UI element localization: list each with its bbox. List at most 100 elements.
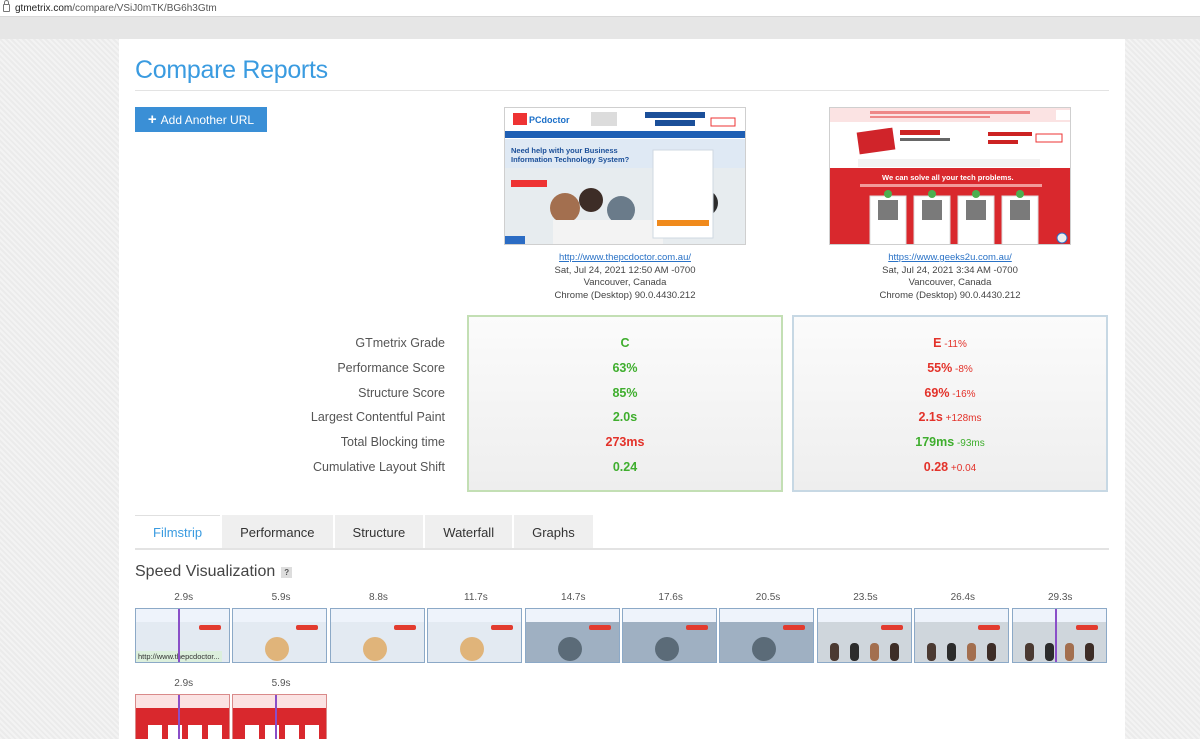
- frame-time: 14.7s: [561, 592, 586, 603]
- svg-text:PCdoctor: PCdoctor: [529, 115, 570, 125]
- filmstrip-item: 26.4s: [914, 591, 1011, 663]
- frame-time: 29.3s: [1047, 592, 1073, 603]
- metric-label-lcp: Largest Contentful Paint: [310, 410, 445, 425]
- metric-label-structure: Structure Score: [358, 385, 445, 400]
- tab-graphs[interactable]: Graphs: [514, 515, 593, 549]
- report1-meta: http://www.thepcdoctor.com.au/ Sat, Jul …: [500, 252, 750, 302]
- report2-tbt-delta: -93ms: [954, 438, 985, 450]
- filmstrip-item: 23.5s: [816, 591, 914, 663]
- report1-lcp-value: 2.0s: [612, 410, 638, 425]
- filmstrip-item: 11.7s: [427, 591, 524, 663]
- frame-time: 2.9s: [174, 678, 194, 689]
- metric-labels: GTmetrix Grade Performance Score Structu…: [259, 331, 445, 480]
- filmstrip-item: 17.6s: [621, 591, 719, 663]
- filmstrip-frame[interactable]: [719, 608, 815, 663]
- report2-location: Vancouver, Canada: [908, 277, 992, 288]
- report2-performance-delta: -8%: [952, 363, 973, 375]
- filmstrip-item: 14.7s: [524, 591, 622, 663]
- report2-structure-delta: -16%: [949, 388, 976, 400]
- tab-performance[interactable]: Performance: [222, 515, 333, 549]
- filmstrip-frame[interactable]: http://www.thepcdoctor...: [135, 608, 230, 663]
- report2-tbt-value: 179ms -93ms: [915, 435, 985, 450]
- report1-screenshot[interactable]: PCdoctor Need help with your Business In…: [504, 107, 746, 245]
- main-panel: Compare Reports + Add Another URL PCdoct…: [119, 39, 1125, 739]
- report-tabs: Filmstrip Performance Structure Waterfall Gr…: [135, 515, 595, 549]
- report2-performance-value: 55% -8%: [927, 360, 973, 375]
- report2-grade-value: E -11%: [933, 336, 967, 350]
- toolbar-stripe: [0, 17, 1200, 39]
- filmstrip-row-report1: 2.9s http://www.thepcdoctor... 5.9s 8.8s 11.…: [135, 591, 1109, 663]
- timeline-cursor: [275, 695, 278, 739]
- filmstrip-frame[interactable]: [1011, 608, 1107, 663]
- divider: [135, 90, 1109, 91]
- timeline-cursor: [178, 695, 180, 739]
- svg-text:Need help with your Business: Need help with your Business: [511, 146, 618, 155]
- report2-lcp-delta: +128ms: [942, 413, 982, 425]
- timeline-cursor: [178, 609, 180, 662]
- frame-time: 8.8s: [369, 592, 388, 603]
- tabs-divider: [135, 548, 1109, 550]
- report2-grade-delta: -11%: [941, 339, 967, 350]
- report2-screenshot[interactable]: We can solve all your tech problems.: [829, 107, 1071, 245]
- frame-time: 5.9s: [271, 592, 291, 603]
- filmstrip-item: 8.8s: [329, 591, 427, 663]
- metric-label-grade: GTmetrix Grade: [355, 336, 445, 350]
- frame-time: 17.6s: [658, 592, 683, 603]
- metric-label-cls: Cumulative Layout Shift: [312, 459, 445, 474]
- report1-performance-value: 63%: [612, 360, 638, 375]
- report2-structure-value: 69% -16%: [924, 385, 976, 400]
- filmstrip-frame[interactable]: [524, 608, 620, 663]
- tab-filmstrip[interactable]: Filmstrip: [135, 515, 221, 549]
- add-url-button[interactable]: + Add Another URL: [135, 107, 267, 132]
- report2-lcp-value: 2.1s +128ms: [918, 410, 982, 425]
- frame-time: 20.5s: [755, 592, 781, 603]
- report1-grade-value: C: [620, 336, 630, 350]
- report1-structure-value: 85%: [612, 385, 638, 400]
- frame-time: 23.5s: [853, 592, 878, 603]
- report1-url[interactable]: http://www.thepcdoctor.com.au/: [559, 252, 691, 263]
- frame-time: 11.7s: [464, 592, 488, 603]
- address-bar[interactable]: gtmetrix.com/compare/VSiJ0mTK/BG6h3Gtm: [0, 0, 1200, 17]
- timeline-cursor: [1054, 609, 1057, 662]
- report2-meta: https://www.geeks2u.com.au/ Sat, Jul 24,…: [825, 252, 1075, 302]
- metric-label-performance: Performance Score: [337, 360, 445, 375]
- frame-time: 26.4s: [950, 592, 976, 603]
- filmstrip-item: 20.5s: [719, 591, 816, 663]
- filmstrip-frame[interactable]: [329, 608, 425, 663]
- report2-date: Sat, Jul 24, 2021 3:34 AM -0700: [882, 264, 1018, 276]
- frame-time: 5.9s: [271, 678, 291, 689]
- url-host: gtmetrix.com: [15, 2, 73, 14]
- tab-waterfall[interactable]: Waterfall: [425, 515, 513, 549]
- filmstrip-frame[interactable]: [621, 608, 717, 663]
- filmstrip-item: 2.9s http://www.thepcdoctor...: [135, 591, 232, 663]
- url-path: /compare/VSiJ0mTK/BG6h3Gtm: [72, 2, 217, 14]
- report1-cls-value: 0.24: [612, 459, 638, 474]
- report2-thumbnail: We can solve all your tech problems.: [830, 108, 1070, 244]
- filmstrip-frame[interactable]: [135, 694, 230, 739]
- add-url-label: Add Another URL: [160, 112, 255, 127]
- svg-text:We can solve all your tech pro: We can solve all your tech problems.: [882, 173, 1014, 182]
- filmstrip-frame[interactable]: [232, 694, 328, 739]
- report2-url[interactable]: https://www.geeks2u.com.au/: [888, 252, 1012, 263]
- report1-tbt-value: 273ms: [605, 435, 645, 450]
- page-title: Compare Reports: [135, 56, 328, 84]
- svg-text:Information Technology System?: Information Technology System?: [511, 155, 630, 164]
- help-icon[interactable]: ?: [281, 566, 293, 578]
- filmstrip-frame[interactable]: [816, 608, 912, 663]
- speed-visualization-heading: Speed Visualization ?: [135, 563, 293, 581]
- filmstrip-frame[interactable]: [232, 608, 328, 663]
- report1-thumbnail: PCdoctor Need help with your Business In…: [505, 108, 745, 244]
- report2-cls-delta: +0.04: [948, 462, 977, 474]
- metric-label-tbt: Total Blocking time: [340, 435, 445, 450]
- report1-date: Sat, Jul 24, 2021 12:50 AM -0700: [554, 264, 696, 276]
- speed-visualization-title: Speed Visualization: [135, 563, 276, 580]
- plus-icon: +: [147, 111, 157, 128]
- filmstrip-item: 5.9s: [232, 591, 329, 663]
- filmstrip-row-report2: 2.9s 5.9s: [135, 677, 330, 739]
- tab-structure[interactable]: Structure: [334, 515, 424, 549]
- filmstrip-frame[interactable]: [427, 608, 523, 663]
- report2-browser: Chrome (Desktop) 90.0.4430.212: [879, 289, 1021, 301]
- filmstrip-item: 5.9s: [232, 677, 329, 739]
- filmstrip-frame[interactable]: [914, 608, 1010, 663]
- report2-scores: E -11% 55% -8% 69% -16% 2.1s +128ms 179ms -9…: [792, 315, 1108, 492]
